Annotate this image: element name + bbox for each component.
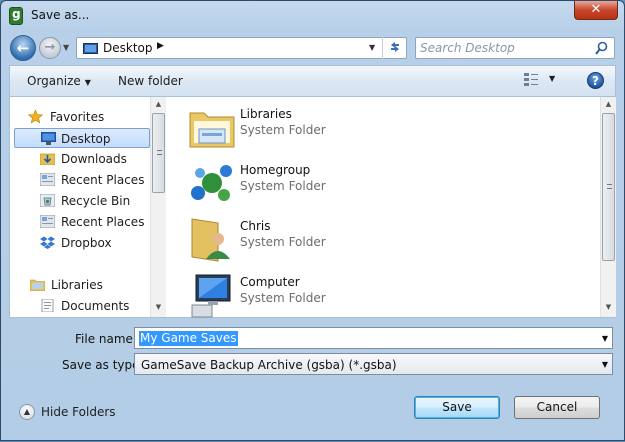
window-title: Save as... [31, 8, 90, 22]
save-options: File name: My Game Saves ▼ Save as type:… [1, 318, 624, 442]
view-options-icon[interactable] [524, 73, 538, 87]
search-box[interactable] [415, 37, 615, 59]
sidebar-item-label: Libraries [51, 278, 103, 292]
sidebar-item-recent-places[interactable]: Recent Places [10, 170, 150, 190]
dropbox-icon [40, 236, 55, 249]
file-list-scrollbar[interactable]: ▲ ▼ [600, 97, 616, 317]
sidebar-item-favorites[interactable]: Favorites [10, 107, 150, 127]
recent-places-icon [40, 173, 55, 186]
save-as-dialog: Save as... ✕ ← → ▼ Desktop ▶ ▼ Organize▼… [0, 0, 625, 441]
file-type: System Folder [240, 291, 326, 305]
scroll-thumb[interactable] [602, 113, 615, 261]
organize-button[interactable]: Organize ▼ [27, 74, 91, 88]
libraries-folder-icon [189, 112, 235, 148]
hide-folders-label: Hide Folders [41, 405, 116, 419]
file-name: Computer [240, 275, 300, 289]
scroll-up-icon[interactable]: ▲ [601, 97, 616, 112]
breadcrumb-chevron-icon[interactable]: ▶ [157, 41, 164, 51]
file-name: Libraries [240, 107, 292, 121]
sidebar-item-desktop[interactable]: Desktop [14, 128, 150, 148]
forward-button[interactable]: → [39, 37, 61, 59]
list-item[interactable]: Libraries System Folder [188, 103, 598, 155]
sidebar-item-label: Recycle Bin [61, 194, 131, 208]
sidebar-item-recycle-bin[interactable]: Recycle Bin [10, 191, 150, 211]
recent-locations-dropdown[interactable]: ▼ [63, 43, 69, 52]
sidebar-item-libraries[interactable]: Libraries [10, 275, 150, 295]
back-button[interactable]: ← [10, 35, 36, 61]
downloads-icon [40, 153, 55, 165]
desktop-icon [41, 132, 56, 145]
close-button[interactable]: ✕ [574, 1, 618, 20]
homegroup-icon [191, 165, 232, 201]
arrow-right-icon: → [44, 40, 56, 55]
list-item[interactable]: Chris System Folder [188, 215, 598, 267]
file-name-input[interactable]: My Game Saves [139, 331, 238, 346]
computer-icon [191, 274, 231, 318]
sidebar-item-label: Favorites [50, 110, 105, 124]
chevron-down-icon: ▼ [84, 78, 91, 87]
file-type: System Folder [240, 123, 326, 137]
libraries-icon [30, 279, 45, 291]
navigation-scrollbar[interactable]: ▲ ▼ [150, 97, 166, 317]
sidebar-item-documents[interactable]: Documents [10, 296, 150, 316]
recycle-bin-icon [40, 194, 55, 207]
arrow-left-icon: ← [16, 39, 30, 57]
organize-label: Organize [27, 74, 81, 88]
sidebar-item-label: Documents [61, 299, 130, 313]
scroll-down-icon[interactable]: ▼ [601, 300, 616, 315]
scroll-up-icon[interactable]: ▲ [151, 97, 166, 112]
cancel-button[interactable]: Cancel [514, 396, 600, 419]
command-bar: Organize ▼ New folder ▼ ? [9, 65, 616, 96]
file-name-label: File name: [75, 332, 137, 346]
view-dropdown-icon[interactable]: ▼ [549, 74, 555, 83]
star-icon [28, 110, 43, 123]
sidebar-item-downloads[interactable]: Downloads [10, 149, 150, 169]
save-type-label: Save as type: [62, 358, 144, 372]
address-crumb-desktop[interactable]: Desktop [103, 41, 153, 55]
sidebar-item-label: Recent Places [61, 173, 145, 187]
chevron-up-icon: ▲ [19, 404, 35, 420]
chevron-down-icon[interactable]: ▼ [602, 360, 608, 369]
search-icon[interactable] [595, 41, 608, 56]
user-folder-icon [191, 218, 230, 262]
address-bar[interactable]: Desktop ▶ ▼ [76, 37, 407, 59]
file-name-field[interactable]: My Game Saves ▼ [134, 327, 613, 349]
save-type-value: GameSave Backup Archive (gsba) (*.gsba) [141, 358, 397, 372]
documents-icon [41, 299, 54, 312]
sidebar-item-label: Dropbox [61, 236, 112, 250]
address-dropdown-icon[interactable]: ▼ [369, 43, 375, 52]
sidebar-item-label: Recent Places [61, 215, 145, 229]
list-item[interactable]: Homegroup System Folder [188, 159, 598, 211]
save-button[interactable]: Save [414, 396, 500, 419]
scroll-down-icon[interactable]: ▼ [151, 300, 166, 315]
desktop-icon [83, 43, 98, 54]
sidebar-item-recent-places-2[interactable]: Recent Places [10, 212, 150, 232]
refresh-icon [391, 42, 399, 52]
file-type: System Folder [240, 235, 326, 249]
chevron-down-icon[interactable]: ▼ [602, 334, 608, 343]
app-icon [9, 7, 23, 25]
sidebar-item-label: Desktop [61, 132, 111, 146]
help-button[interactable]: ? [587, 72, 604, 89]
scroll-thumb[interactable] [152, 113, 165, 193]
file-name: Homegroup [240, 163, 311, 177]
recent-places-icon [40, 215, 55, 228]
save-type-select[interactable]: GameSave Backup Archive (gsba) (*.gsba) … [134, 353, 613, 375]
title-bar: Save as... ✕ [1, 1, 624, 31]
navigation-pane: Favorites Desktop Downloads Recent Place… [10, 97, 166, 317]
file-name: Chris [240, 219, 271, 233]
file-type: System Folder [240, 179, 326, 193]
refresh-button[interactable] [382, 37, 407, 59]
search-input[interactable] [418, 39, 588, 57]
new-folder-button[interactable]: New folder [118, 74, 183, 88]
sidebar-item-label: Downloads [61, 152, 127, 166]
browser-panes: Favorites Desktop Downloads Recent Place… [9, 96, 616, 318]
list-item[interactable]: Computer System Folder [188, 271, 598, 323]
sidebar-item-dropbox[interactable]: Dropbox [10, 233, 150, 253]
